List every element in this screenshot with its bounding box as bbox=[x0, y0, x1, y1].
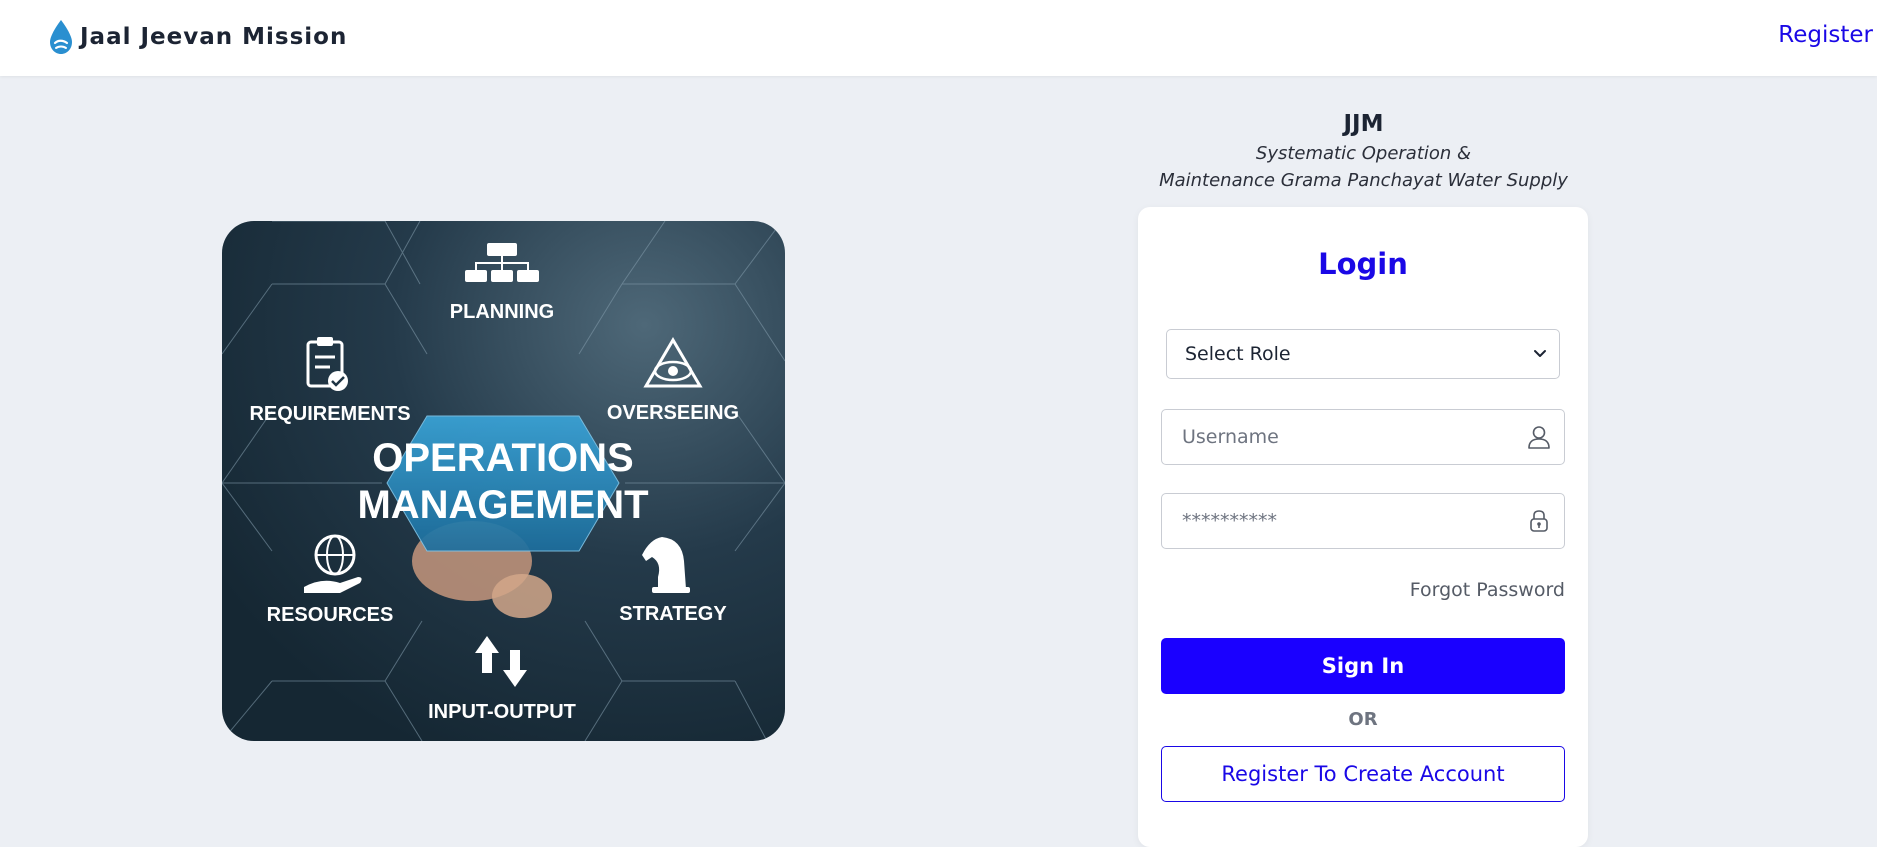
hero-label-requirements: REQUIREMENTS bbox=[249, 403, 410, 425]
hero-center-line1: OPERATIONS bbox=[372, 436, 634, 480]
water-drop-icon bbox=[50, 20, 72, 54]
register-link[interactable]: Register bbox=[1778, 22, 1873, 48]
hero-label-input-output: INPUT-OUTPUT bbox=[428, 701, 576, 723]
brand[interactable]: Jaal Jeevan Mission bbox=[46, 18, 347, 56]
sign-in-button[interactable]: Sign In bbox=[1161, 638, 1565, 694]
role-select[interactable]: Select Role bbox=[1166, 329, 1560, 379]
user-icon bbox=[1528, 426, 1550, 449]
app-description-line2: Maintenance Grama Panchayat Water Supply bbox=[1159, 170, 1568, 191]
username-input[interactable] bbox=[1180, 425, 1526, 449]
hero-center-line2: MANAGEMENT bbox=[357, 483, 648, 527]
hero-label-overseeing: OVERSEEING bbox=[607, 402, 739, 424]
app-description-line1: Systematic Operation & bbox=[1255, 143, 1472, 164]
hero-label-resources: RESOURCES bbox=[267, 604, 394, 626]
username-field[interactable] bbox=[1161, 409, 1565, 465]
or-divider: OR bbox=[1348, 709, 1378, 730]
password-input[interactable] bbox=[1180, 509, 1526, 533]
operations-management-image: OPERATIONS MANAGEMENT PLANNING REQUIREME… bbox=[222, 221, 785, 741]
hero-label-planning: PLANNING bbox=[450, 301, 554, 323]
app-header: JJM Systematic Operation & Maintenance G… bbox=[1130, 108, 1597, 194]
login-card: Login Select Role Forgot Password Sign I… bbox=[1138, 207, 1588, 847]
register-account-button[interactable]: Register To Create Account bbox=[1161, 746, 1565, 802]
hero-label-strategy: STRATEGY bbox=[619, 603, 727, 625]
role-select-value: Select Role bbox=[1185, 343, 1291, 365]
app-code: JJM bbox=[1343, 111, 1384, 137]
operations-management-illustration: OPERATIONS MANAGEMENT PLANNING REQUIREME… bbox=[222, 221, 785, 741]
brand-name: Jaal Jeevan Mission bbox=[80, 24, 348, 50]
lock-icon bbox=[1530, 510, 1548, 532]
navbar: Jaal Jeevan Mission Register bbox=[0, 0, 1877, 76]
chevron-down-icon bbox=[1534, 350, 1546, 357]
forgot-password-link[interactable]: Forgot Password bbox=[1410, 579, 1565, 601]
login-title: Login bbox=[1318, 247, 1408, 281]
password-field[interactable] bbox=[1161, 493, 1565, 549]
